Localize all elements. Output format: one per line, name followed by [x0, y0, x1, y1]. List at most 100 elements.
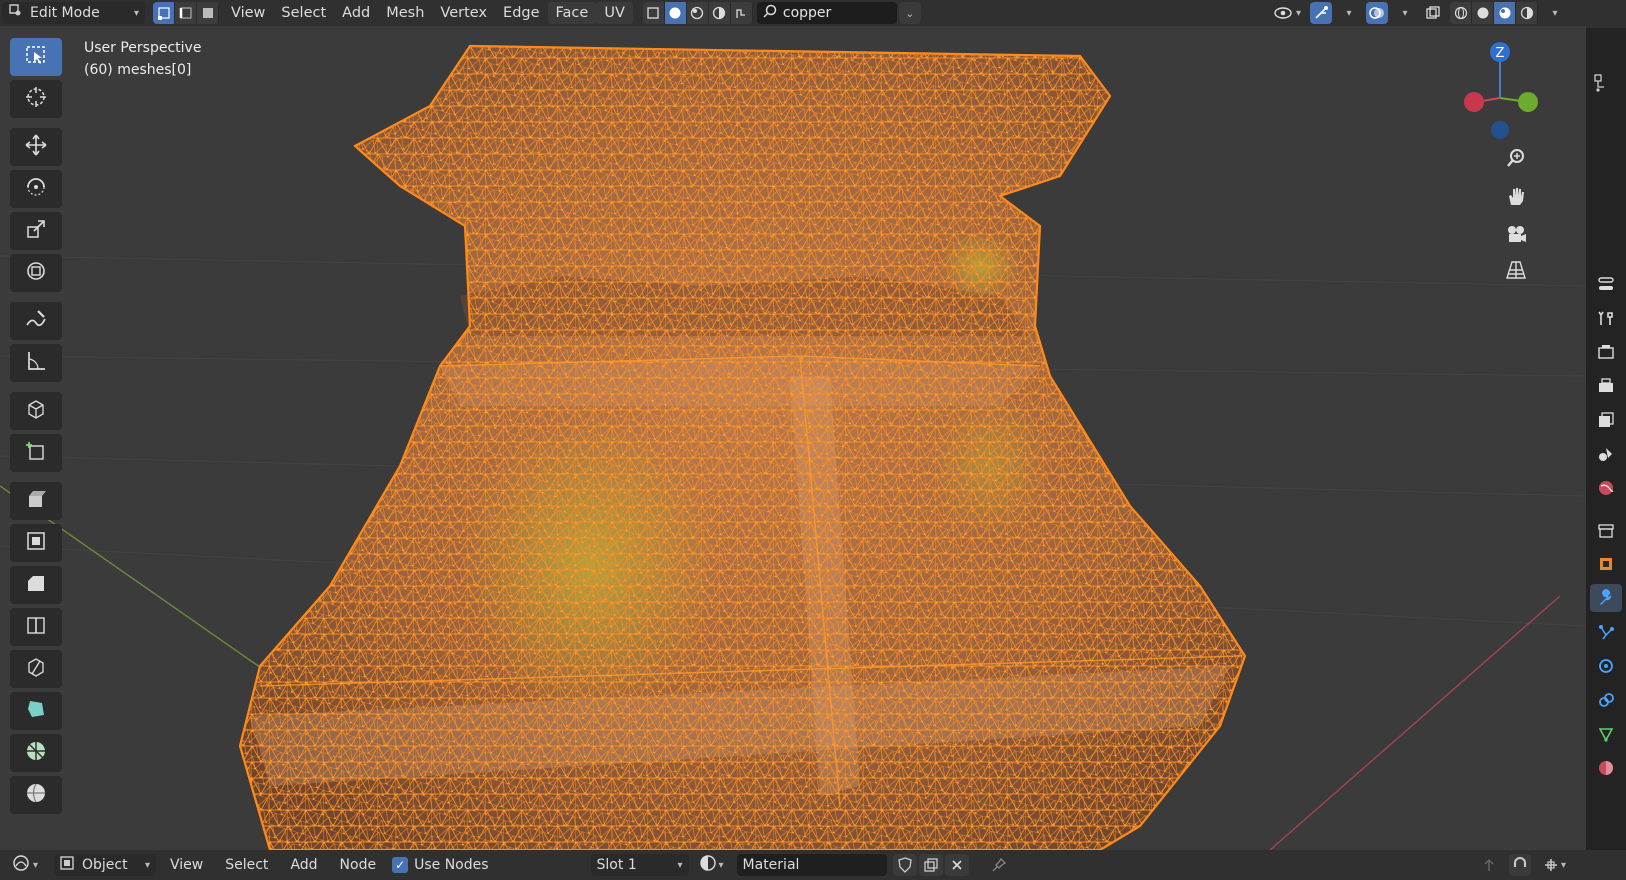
rendered-shading-icon[interactable] — [1516, 2, 1538, 24]
xray-toggle-icon[interactable] — [1422, 2, 1444, 24]
y-axis-ball[interactable] — [1518, 92, 1538, 112]
material-tab-icon[interactable] — [1590, 754, 1622, 782]
node-tree-icon[interactable] — [730, 2, 753, 24]
editor-type-button[interactable]: ▾ — [6, 854, 48, 876]
physics-tab-icon[interactable] — [1590, 652, 1622, 680]
vertex-select-icon[interactable] — [153, 2, 175, 24]
add-cube-tool[interactable] — [10, 392, 62, 430]
move-tool[interactable] — [10, 128, 62, 166]
loop-cut-tool[interactable] — [10, 608, 62, 646]
lantern-mesh[interactable] — [238, 44, 1247, 850]
grid-perspective-icon — [1505, 259, 1527, 285]
constraints-tab-icon[interactable] — [1590, 686, 1622, 714]
scene-tab-icon[interactable] — [1590, 440, 1622, 468]
rotate-tool[interactable] — [10, 170, 62, 208]
add-primitive-tool[interactable] — [10, 434, 62, 472]
measure-tool[interactable] — [10, 344, 62, 382]
edge-select-icon[interactable] — [175, 2, 197, 24]
shading-dropdown[interactable]: ▾ — [1544, 2, 1566, 24]
fake-user-shield-icon[interactable] — [892, 854, 917, 876]
slot-dropdown[interactable]: Slot 1 ▾ — [590, 854, 689, 876]
bottom-menu-add[interactable]: Add — [282, 857, 325, 873]
mesh-scene[interactable] — [0, 26, 1586, 850]
modifier-tab-wrench-icon[interactable] — [1590, 584, 1622, 612]
tools-tab-icon[interactable] — [1590, 304, 1622, 332]
material-browse-button[interactable]: ▾ — [695, 854, 731, 876]
gizmo-toggle-icon[interactable] — [1310, 2, 1332, 24]
collection-tab-icon[interactable] — [1590, 516, 1622, 544]
object-mode-dropdown[interactable]: Object ▾ — [54, 854, 156, 876]
camera-view-button[interactable] — [1500, 220, 1532, 252]
scale-tool[interactable] — [10, 212, 62, 250]
snap-magnet-icon[interactable] — [1508, 854, 1531, 876]
pin-icon[interactable] — [985, 854, 1013, 876]
material-shading-icon[interactable] — [1494, 2, 1516, 24]
cursor-tool[interactable] — [10, 80, 62, 118]
chevron-down-icon: ⌄ — [905, 6, 915, 20]
wireframe-shading-icon[interactable] — [1450, 2, 1472, 24]
menu-mesh[interactable]: Mesh — [378, 2, 432, 24]
bottom-menu-view[interactable]: View — [162, 857, 211, 873]
chevron-down-icon: ▾ — [144, 859, 150, 871]
inset-tool[interactable] — [10, 524, 62, 562]
mode-dropdown[interactable]: Edit Mode ▾ — [2, 2, 145, 24]
poly-build-tool[interactable] — [10, 692, 62, 730]
chevron-down-icon: ▾ — [1552, 7, 1558, 19]
pan-button[interactable] — [1500, 182, 1532, 214]
chevron-down-icon: ▾ — [133, 7, 139, 19]
chevron-down-icon: ▾ — [677, 859, 683, 871]
select-box-tool[interactable] — [10, 38, 62, 76]
menu-select[interactable]: Select — [273, 2, 334, 24]
bottom-menu-select[interactable]: Select — [217, 857, 276, 873]
duplicate-material-icon[interactable] — [918, 854, 943, 876]
view-layer-tab-icon[interactable] — [1590, 406, 1622, 434]
annotate-tool[interactable] — [10, 302, 62, 340]
menu-add[interactable]: Add — [334, 2, 378, 24]
world-tab-icon[interactable] — [1590, 474, 1622, 502]
search-dropdown-button[interactable]: ⌄ — [898, 2, 921, 24]
menu-edge[interactable]: Edge — [495, 2, 548, 24]
unlink-material-close-icon[interactable] — [944, 854, 969, 876]
chevron-down-icon: ▾ — [1560, 859, 1566, 871]
neg-z-axis-ball[interactable] — [1491, 121, 1509, 139]
menu-uv[interactable]: UV — [596, 2, 633, 24]
menu-vertex[interactable]: Vertex — [432, 2, 495, 24]
navigation-gizmo[interactable]: Z — [1462, 36, 1538, 140]
bevel-tool[interactable] — [10, 566, 62, 604]
scale-icon — [24, 217, 48, 245]
menu-face[interactable]: Face — [547, 2, 597, 24]
use-nodes-checkbox[interactable]: ✓ Use Nodes — [390, 854, 494, 876]
material-name-field[interactable]: Material — [736, 854, 887, 876]
scene-tree-icon[interactable] — [1592, 72, 1612, 96]
zoom-button[interactable] — [1500, 144, 1532, 176]
parent-node-tree-icon[interactable] — [1475, 854, 1503, 876]
visibility-eye-icon[interactable]: ▾ — [1271, 2, 1304, 24]
spin-tool[interactable] — [10, 734, 62, 772]
material-preview-icon[interactable] — [686, 2, 709, 24]
tool-settings-tab-icon[interactable] — [1590, 270, 1622, 298]
mesh-data-tab-icon[interactable] — [1590, 720, 1622, 748]
menu-view[interactable]: View — [223, 2, 273, 24]
3d-viewport[interactable]: User Perspective (60) meshes[0] Z — [0, 26, 1586, 850]
knife-tool[interactable] — [10, 650, 62, 688]
snap-target-icon[interactable]: ▾ — [1537, 854, 1572, 876]
overlays-dropdown[interactable]: ▾ — [1394, 2, 1416, 24]
output-tab-icon[interactable] — [1590, 372, 1622, 400]
gizmo-dropdown[interactable]: ▾ — [1338, 2, 1360, 24]
solid-shading-icon[interactable] — [1472, 2, 1494, 24]
material-search-field[interactable]: copper — [756, 2, 897, 24]
bottom-menu-node[interactable]: Node — [332, 857, 385, 873]
transform-tool[interactable] — [10, 254, 62, 292]
x-axis-ball[interactable] — [1464, 92, 1484, 112]
overlays-toggle-icon[interactable] — [1366, 2, 1388, 24]
solid-sphere-icon[interactable] — [664, 2, 687, 24]
particles-tab-icon[interactable] — [1590, 618, 1622, 646]
wireframe-toggle-icon[interactable] — [642, 2, 665, 24]
render-tab-icon[interactable] — [1590, 338, 1622, 366]
face-select-icon[interactable] — [197, 2, 219, 24]
perspective-toggle-button[interactable] — [1500, 256, 1532, 288]
object-tab-icon[interactable] — [1590, 550, 1622, 578]
smooth-tool[interactable] — [10, 776, 62, 814]
rendered-icon[interactable] — [708, 2, 731, 24]
extrude-tool[interactable] — [10, 482, 62, 520]
